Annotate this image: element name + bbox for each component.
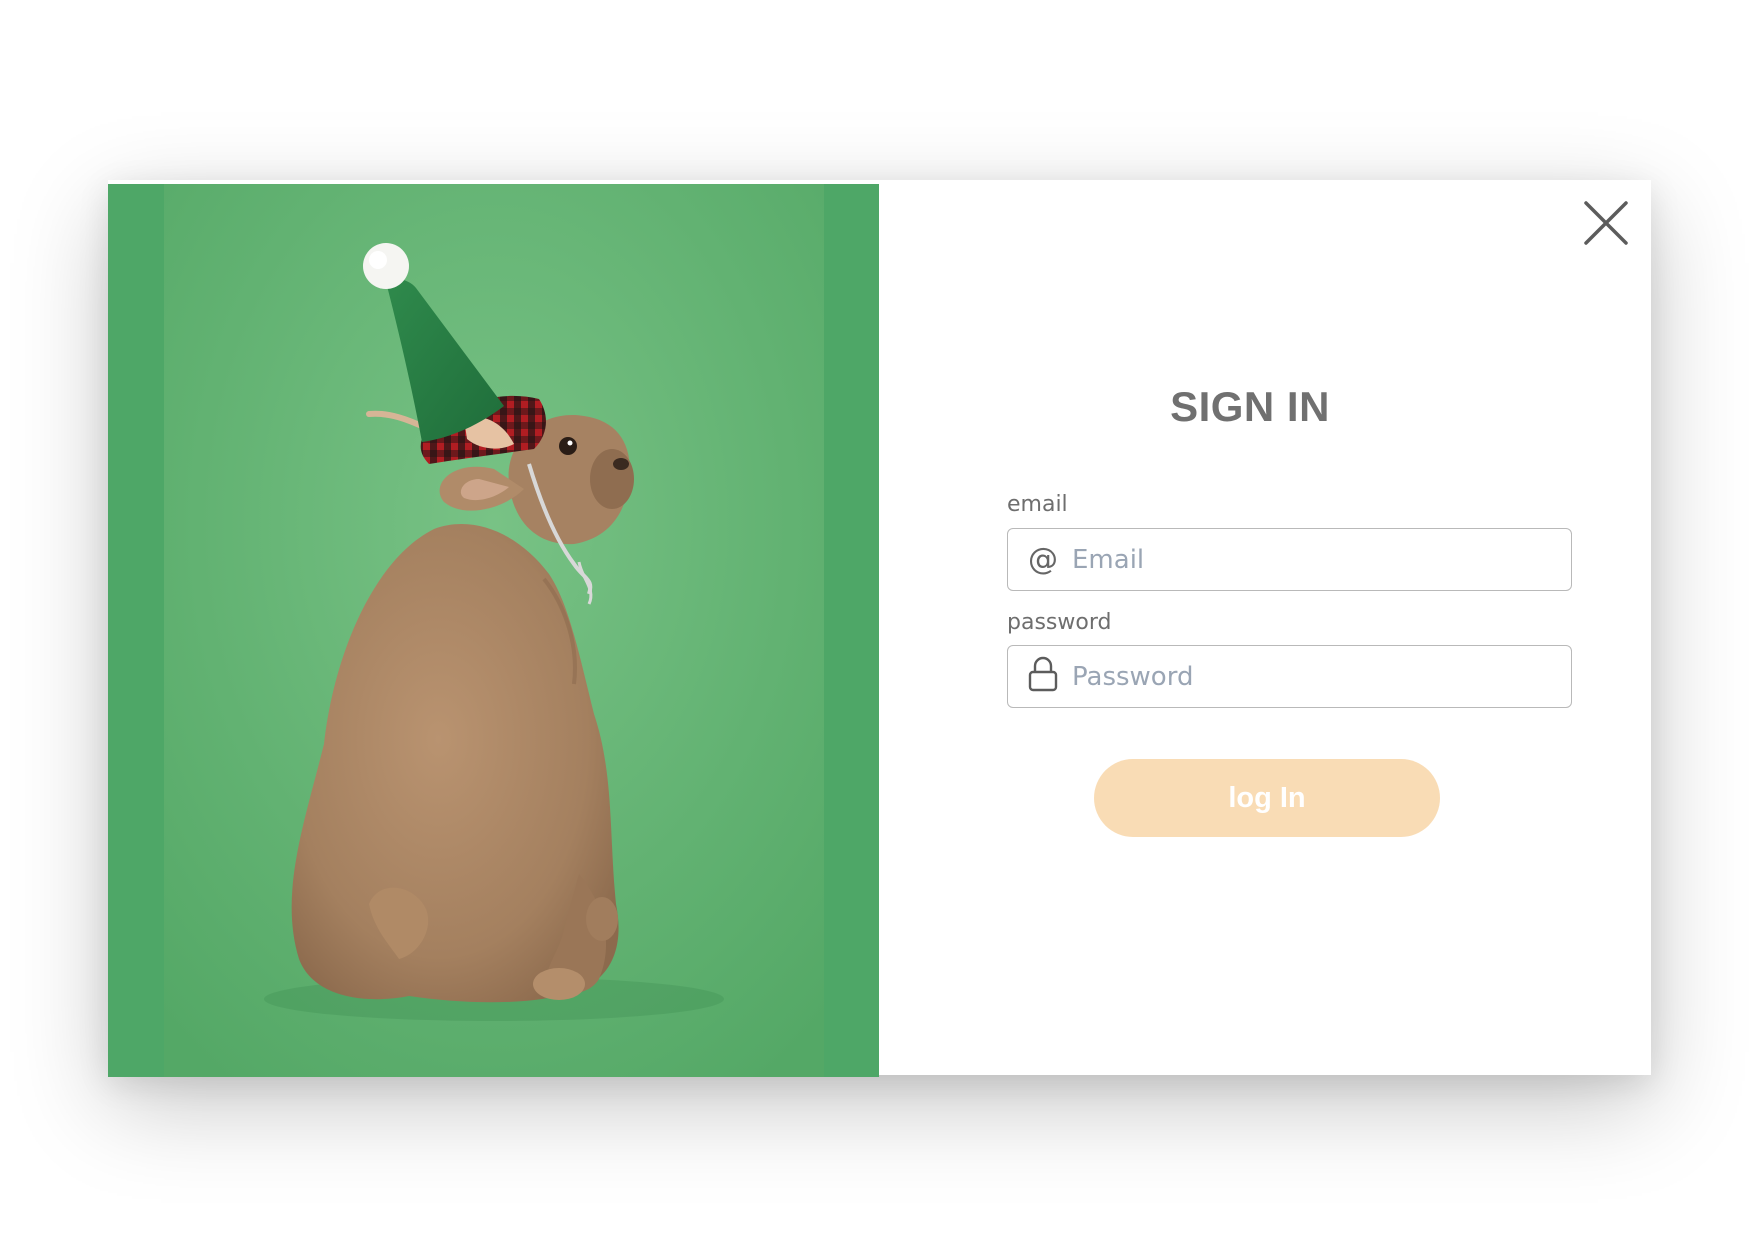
close-button[interactable] <box>1583 200 1629 246</box>
email-input[interactable] <box>1072 529 1552 590</box>
sign-in-modal: SIGN IN email @ password log In <box>108 180 1651 1077</box>
email-label: email <box>1007 492 1068 517</box>
close-icon <box>1584 201 1628 245</box>
password-field-container[interactable] <box>1007 645 1572 708</box>
password-input[interactable] <box>1072 646 1552 707</box>
email-field-container[interactable]: @ <box>1007 528 1572 591</box>
log-in-button[interactable]: log In <box>1094 759 1440 837</box>
page-title: SIGN IN <box>1170 383 1330 430</box>
at-icon: @ <box>1028 541 1058 577</box>
dog-photo <box>164 184 824 1077</box>
password-label: password <box>1007 610 1112 635</box>
image-panel <box>108 184 879 1077</box>
sign-in-panel: SIGN IN email @ password log In <box>879 180 1651 1072</box>
lock-icon <box>1028 656 1058 698</box>
